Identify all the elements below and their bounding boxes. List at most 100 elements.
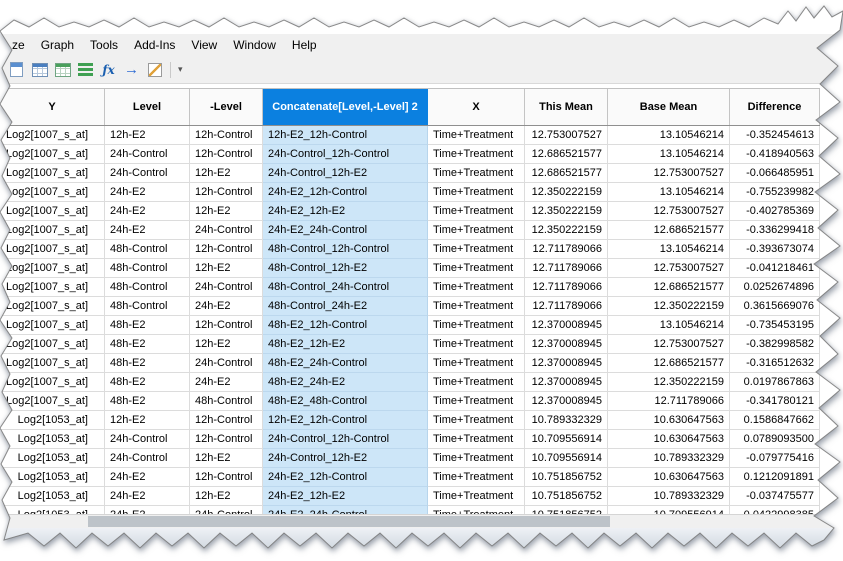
cell-base-mean[interactable]: 12.686521577 [608, 278, 730, 297]
cell-difference[interactable]: -0.755239982 [730, 183, 820, 202]
cell-minus-level[interactable]: 12h-Control [190, 430, 263, 449]
cell-level[interactable]: 12h-E2 [105, 411, 190, 430]
cell-level[interactable]: 24h-E2 [105, 468, 190, 487]
cell-difference[interactable]: 0.0252674896 [730, 278, 820, 297]
cell-x[interactable]: Time+Treatment [428, 449, 525, 468]
cell-this-mean[interactable]: 12.686521577 [525, 164, 608, 183]
cell-difference[interactable]: -0.041218461 [730, 259, 820, 278]
cell-this-mean[interactable]: 12.350222159 [525, 183, 608, 202]
cell-x[interactable]: Time+Treatment [428, 506, 525, 514]
journal-icon-button[interactable] [5, 58, 28, 81]
cell-minus-level[interactable]: 12h-E2 [190, 259, 263, 278]
cell-y[interactable]: Log2[1007_s_at] [0, 183, 105, 202]
cell-x[interactable]: Time+Treatment [428, 145, 525, 164]
cell-minus-level[interactable]: 12h-E2 [190, 487, 263, 506]
cell-y[interactable]: Log2[1053_at] [0, 468, 105, 487]
cell-difference[interactable]: -0.037475577 [730, 487, 820, 506]
cell-level[interactable]: 24h-E2 [105, 183, 190, 202]
cell-y[interactable]: Log2[1007_s_at] [0, 202, 105, 221]
cell-level[interactable]: 48h-Control [105, 259, 190, 278]
cell-this-mean[interactable]: 10.751856752 [525, 506, 608, 514]
cell-base-mean[interactable]: 12.350222159 [608, 297, 730, 316]
cell-x[interactable]: Time+Treatment [428, 221, 525, 240]
cell-difference[interactable]: -0.341780121 [730, 392, 820, 411]
cell-level[interactable]: 24h-E2 [105, 202, 190, 221]
cell-y[interactable]: Log2[1007_s_at] [0, 126, 105, 145]
data-table-icon-button[interactable] [28, 58, 51, 81]
cell-minus-level[interactable]: 12h-E2 [190, 449, 263, 468]
cell-this-mean[interactable]: 12.370008945 [525, 392, 608, 411]
cell-minus-level[interactable]: 24h-Control [190, 278, 263, 297]
cell-this-mean[interactable]: 12.370008945 [525, 335, 608, 354]
cell-minus-level[interactable]: 48h-Control [190, 392, 263, 411]
cell-this-mean[interactable]: 10.751856752 [525, 468, 608, 487]
cell-this-mean[interactable]: 12.711789066 [525, 278, 608, 297]
cell-concatenate[interactable]: 48h-E2_24h-Control [263, 354, 428, 373]
cell-level[interactable]: 12h-E2 [105, 126, 190, 145]
cell-minus-level[interactable]: 12h-Control [190, 126, 263, 145]
cell-this-mean[interactable]: 12.753007527 [525, 126, 608, 145]
cell-x[interactable]: Time+Treatment [428, 240, 525, 259]
cell-this-mean[interactable]: 12.711789066 [525, 240, 608, 259]
cell-y[interactable]: Log2[1007_s_at] [0, 354, 105, 373]
cell-y[interactable]: Log2[1007_s_at] [0, 221, 105, 240]
cell-level[interactable]: 24h-E2 [105, 221, 190, 240]
cell-difference[interactable]: -0.393673074 [730, 240, 820, 259]
cell-level[interactable]: 24h-Control [105, 164, 190, 183]
cell-base-mean[interactable]: 13.10546214 [608, 183, 730, 202]
cell-difference[interactable]: 0.3615669076 [730, 297, 820, 316]
cell-minus-level[interactable]: 12h-Control [190, 240, 263, 259]
menu-item-analyze[interactable]: ze [4, 36, 33, 54]
cell-y[interactable]: Log2[1007_s_at] [0, 297, 105, 316]
cell-x[interactable]: Time+Treatment [428, 487, 525, 506]
cell-y[interactable]: Log2[1007_s_at] [0, 316, 105, 335]
menu-item-graph[interactable]: Graph [33, 36, 82, 54]
menu-item-tools[interactable]: Tools [82, 36, 126, 54]
cell-level[interactable]: 48h-E2 [105, 373, 190, 392]
cell-y[interactable]: Log2[1007_s_at] [0, 164, 105, 183]
cell-minus-level[interactable]: 12h-E2 [190, 202, 263, 221]
cell-concatenate[interactable]: 24h-Control_12h-Control [263, 145, 428, 164]
cell-x[interactable]: Time+Treatment [428, 373, 525, 392]
cell-base-mean[interactable]: 10.630647563 [608, 411, 730, 430]
cell-difference[interactable]: 0.0789093500 [730, 430, 820, 449]
columns-list-icon-button[interactable] [74, 58, 97, 81]
cell-concatenate[interactable]: 24h-Control_12h-E2 [263, 164, 428, 183]
cell-difference[interactable]: -0.402785369 [730, 202, 820, 221]
cell-level[interactable]: 48h-Control [105, 278, 190, 297]
cell-level[interactable]: 48h-Control [105, 297, 190, 316]
cell-difference[interactable]: -0.735453195 [730, 316, 820, 335]
cell-difference[interactable]: -0.066485951 [730, 164, 820, 183]
cell-concatenate[interactable]: 12h-E2_12h-Control [263, 126, 428, 145]
cell-base-mean[interactable]: 12.753007527 [608, 164, 730, 183]
horizontal-scrollbar[interactable] [0, 514, 843, 528]
cell-y[interactable]: Log2[1053_at] [0, 411, 105, 430]
cell-base-mean[interactable]: 12.350222159 [608, 373, 730, 392]
cell-concatenate[interactable]: 48h-Control_12h-E2 [263, 259, 428, 278]
cell-difference[interactable]: 0.0197867863 [730, 373, 820, 392]
cell-concatenate[interactable]: 48h-E2_12h-E2 [263, 335, 428, 354]
cell-concatenate[interactable]: 48h-Control_24h-E2 [263, 297, 428, 316]
cell-concatenate[interactable]: 48h-E2_24h-E2 [263, 373, 428, 392]
cell-minus-level[interactable]: 24h-Control [190, 506, 263, 514]
toolbar-overflow-chevron-icon[interactable]: ▾ [175, 64, 186, 75]
cell-minus-level[interactable]: 12h-Control [190, 468, 263, 487]
cell-this-mean[interactable]: 10.789332329 [525, 411, 608, 430]
cell-level[interactable]: 48h-E2 [105, 335, 190, 354]
cell-y[interactable]: Log2[1053_at] [0, 506, 105, 514]
cell-x[interactable]: Time+Treatment [428, 392, 525, 411]
cell-concatenate[interactable]: 24h-Control_12h-Control [263, 430, 428, 449]
cell-base-mean[interactable]: 13.10546214 [608, 240, 730, 259]
cell-level[interactable]: 24h-E2 [105, 487, 190, 506]
cell-base-mean[interactable]: 12.686521577 [608, 221, 730, 240]
cell-concatenate[interactable]: 24h-E2_24h-Control [263, 221, 428, 240]
cell-level[interactable]: 48h-E2 [105, 316, 190, 335]
column-header-minus-level[interactable]: -Level [190, 89, 263, 125]
cell-concatenate[interactable]: 48h-E2_12h-Control [263, 316, 428, 335]
cell-level[interactable]: 24h-Control [105, 449, 190, 468]
cell-base-mean[interactable]: 12.753007527 [608, 335, 730, 354]
cell-this-mean[interactable]: 10.709556914 [525, 449, 608, 468]
scrollbar-thumb[interactable] [88, 516, 610, 527]
cell-base-mean[interactable]: 10.709556914 [608, 506, 730, 514]
cell-concatenate[interactable]: 48h-Control_12h-Control [263, 240, 428, 259]
